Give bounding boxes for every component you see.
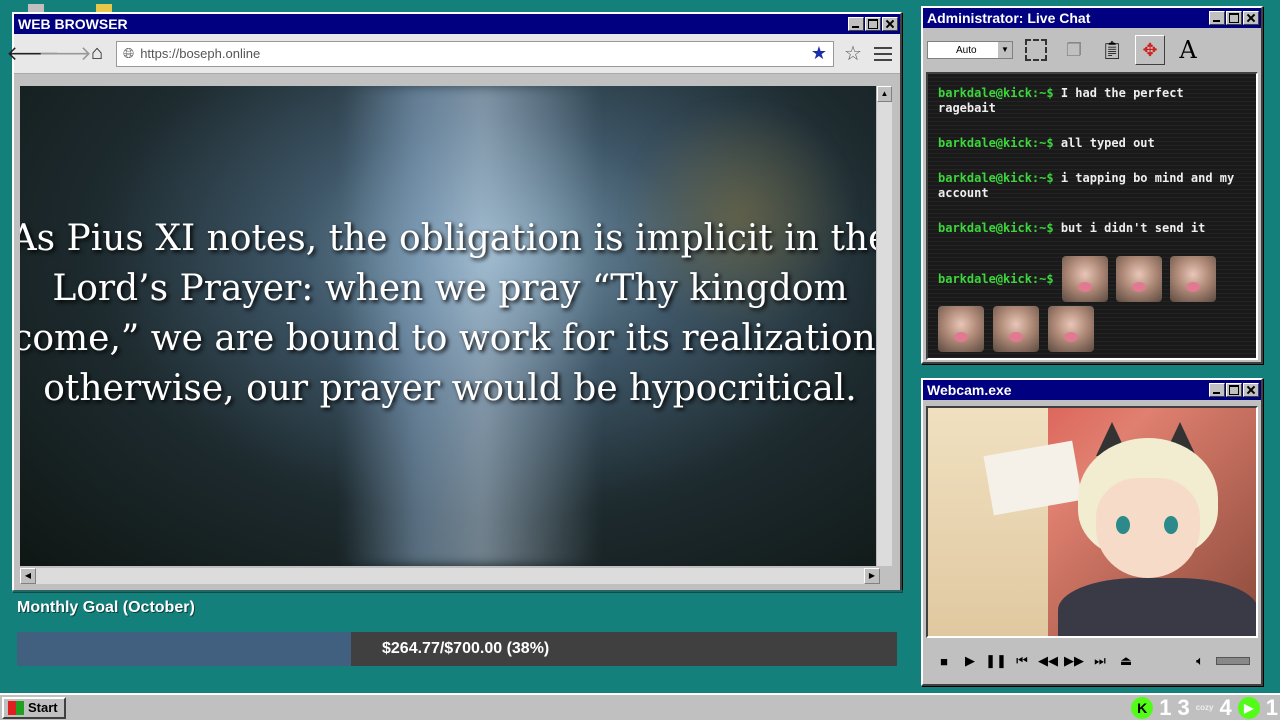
chat-message-text: but i didn't send it xyxy=(1060,221,1206,235)
chat-message: barkdale@kick:~$ all typed out xyxy=(938,136,1246,151)
maximize-button[interactable] xyxy=(1226,383,1242,397)
avatar-eye-left xyxy=(1116,516,1130,534)
goal-amount-text: $264.77/$700.00 (38%) xyxy=(382,640,550,657)
eject-icon[interactable]: ⏏︎ xyxy=(1116,651,1136,671)
forward-arrow-icon[interactable]: 🡒 xyxy=(38,41,92,67)
browser-navbar: 🡐 🡒 ⌂ 🌐︎ https://boseph.online ★ ☆ xyxy=(6,34,900,74)
cozy-label: cozy xyxy=(1195,703,1214,712)
chat-prompt: barkdale@kick:~$ xyxy=(938,221,1054,235)
font-size-select[interactable]: Auto ▼ xyxy=(927,41,1013,59)
chat-message-text: all typed out xyxy=(1060,136,1155,150)
chat-message: barkdale@kick:~$ I had the perfect rageb… xyxy=(938,86,1246,116)
chat-toolbar: Auto ▼ ❐ 📋︎ ✥ A xyxy=(923,28,1261,72)
chat-log[interactable]: barkdale@kick:~$ I had the perfect rageb… xyxy=(926,72,1258,360)
webcam-feed xyxy=(926,406,1258,638)
monthly-goal-widget: Monthly Goal (October) $264.77/$700.00 (… xyxy=(0,590,910,680)
chat-prompt: barkdale@kick:~$ xyxy=(938,136,1054,150)
close-button[interactable] xyxy=(882,17,898,31)
skip-back-icon[interactable]: ⏮︎ xyxy=(1012,651,1032,671)
start-button[interactable]: Start xyxy=(2,696,66,719)
fast-forward-icon[interactable]: ▶▶ xyxy=(1064,651,1084,671)
tray-counter: 4 xyxy=(1219,694,1232,720)
browser-window: WEB BROWSER 🡐 🡒 ⌂ 🌐︎ https://boseph.onli… xyxy=(6,12,902,592)
volume-slider[interactable] xyxy=(1216,657,1250,665)
minimize-button[interactable] xyxy=(1209,11,1225,25)
pause-icon[interactable]: ❚❚ xyxy=(985,651,1007,671)
speaker-icon[interactable]: 🔈︎ xyxy=(1190,651,1210,671)
font-size-value: Auto xyxy=(956,44,977,56)
browser-title: WEB BROWSER xyxy=(18,16,128,32)
emote-icon xyxy=(1115,256,1162,302)
home-icon[interactable]: ⌂ xyxy=(84,41,110,67)
windows-logo-icon xyxy=(8,700,24,715)
bookmark-star-filled-icon[interactable]: ★ xyxy=(811,43,827,64)
horizontal-scrollbar[interactable]: ◀ ▶ xyxy=(20,568,880,584)
avatar-face xyxy=(1096,478,1200,578)
emote-icon xyxy=(993,306,1039,352)
globe-icon: 🌐︎ xyxy=(123,45,135,61)
font-button[interactable]: A xyxy=(1173,35,1203,65)
move-icon[interactable]: ✥ xyxy=(1135,35,1165,65)
maximize-button[interactable] xyxy=(1226,11,1242,25)
goal-progress-fill xyxy=(17,632,352,666)
chat-titlebar[interactable]: Administrator: Live Chat xyxy=(923,8,1261,28)
stop-icon[interactable]: ■ xyxy=(934,651,954,671)
scroll-up-icon[interactable]: ▲ xyxy=(877,86,892,102)
volume-control: 🔈︎ xyxy=(1190,651,1250,671)
play-circle-icon[interactable]: ▶ xyxy=(1237,696,1260,719)
tray-counter: 1 xyxy=(1265,694,1278,720)
start-label: Start xyxy=(28,700,58,715)
scroll-right-icon[interactable]: ▶ xyxy=(864,568,880,584)
kick-logo-icon[interactable]: K xyxy=(1131,696,1154,719)
video-caption: As Pius XI notes, the obligation is impl… xyxy=(20,218,880,409)
select-rect-icon[interactable] xyxy=(1021,35,1051,65)
video-viewport[interactable]: As Pius XI notes, the obligation is impl… xyxy=(20,86,880,566)
tray-counter: 1 xyxy=(1159,694,1172,720)
emote-icon xyxy=(1048,306,1094,352)
chat-prompt: barkdale@kick:~$ xyxy=(938,86,1054,100)
minimize-button[interactable] xyxy=(1209,383,1225,397)
minimize-button[interactable] xyxy=(848,17,864,31)
emote-icon xyxy=(938,306,984,352)
chat-message: barkdale@kick:~$ xyxy=(938,256,1246,352)
menu-icon[interactable] xyxy=(872,45,894,63)
close-button[interactable] xyxy=(1243,383,1259,397)
copy-icon[interactable]: ❐ xyxy=(1059,35,1089,65)
play-icon[interactable]: ▶ xyxy=(960,651,980,671)
live-chat-window: Administrator: Live Chat Auto ▼ ❐ 📋︎ ✥ A… xyxy=(921,6,1263,364)
browser-titlebar[interactable]: WEB BROWSER xyxy=(14,14,900,34)
address-bar[interactable]: 🌐︎ https://boseph.online ★ xyxy=(116,40,834,67)
taskbar: Start K 1 3 cozy 4 ▶ 1 xyxy=(0,693,1280,720)
paste-icon[interactable]: 📋︎ xyxy=(1097,35,1127,65)
chat-message: barkdale@kick:~$ but i didn't send it xyxy=(938,221,1246,236)
url-text[interactable]: https://boseph.online xyxy=(140,46,805,61)
avatar-body xyxy=(1058,578,1256,636)
rewind-icon[interactable]: ◀◀ xyxy=(1038,651,1058,671)
chat-title: Administrator: Live Chat xyxy=(927,10,1091,26)
skip-forward-icon[interactable]: ⏭︎ xyxy=(1090,651,1110,671)
emote-icon xyxy=(1169,256,1216,302)
avatar-eye-right xyxy=(1164,516,1178,534)
goal-progress-track: $264.77/$700.00 (38%) xyxy=(17,632,897,666)
close-button[interactable] xyxy=(1243,11,1259,25)
chat-message: barkdale@kick:~$ i tapping bo mind and m… xyxy=(938,171,1246,201)
webcam-title: Webcam.exe xyxy=(927,382,1012,398)
chat-prompt: barkdale@kick:~$ xyxy=(938,272,1054,286)
chat-prompt: barkdale@kick:~$ xyxy=(938,171,1054,185)
tray-counter: 3 xyxy=(1177,694,1190,720)
media-controls: ■ ▶ ❚❚ ⏮︎ ◀◀ ▶▶ ⏭︎ ⏏︎ 🔈︎ xyxy=(926,644,1258,678)
goal-label: Monthly Goal (October) xyxy=(17,599,195,616)
room-background xyxy=(928,408,1048,636)
bookmark-star-icon[interactable]: ☆ xyxy=(840,41,866,67)
emote-icon xyxy=(1061,256,1108,302)
maximize-button[interactable] xyxy=(865,17,881,31)
scroll-left-icon[interactable]: ◀ xyxy=(20,568,36,584)
system-tray: K 1 3 cozy 4 ▶ 1 xyxy=(1131,695,1278,720)
webcam-titlebar[interactable]: Webcam.exe xyxy=(923,380,1261,400)
chevron-down-icon[interactable]: ▼ xyxy=(998,42,1012,58)
webcam-window: Webcam.exe ■ ▶ ❚❚ ⏮︎ ◀◀ ▶▶ ⏭︎ ⏏︎ 🔈︎ xyxy=(921,378,1263,686)
vertical-scrollbar[interactable]: ▲ xyxy=(876,86,892,566)
